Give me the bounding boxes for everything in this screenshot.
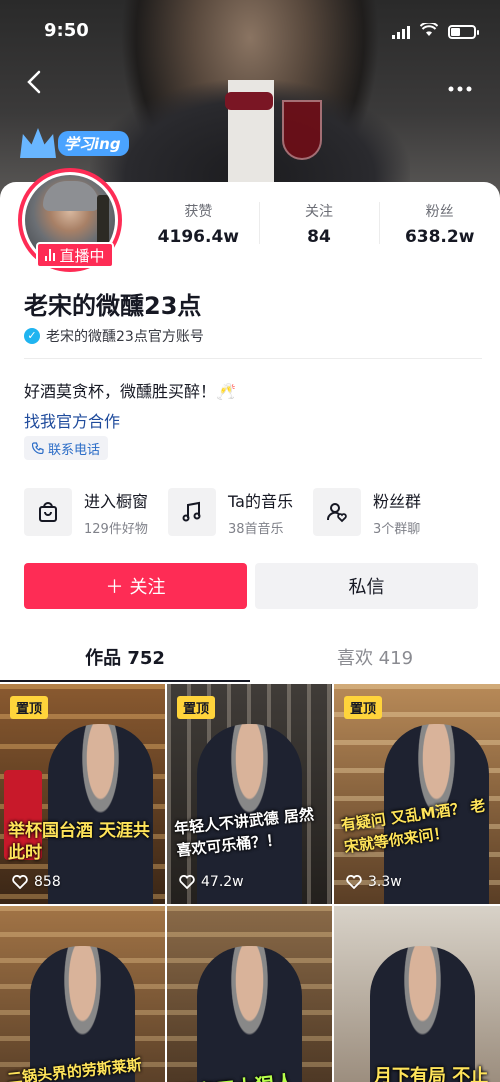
stat-value: 84: [307, 227, 331, 247]
status-icons: [392, 21, 479, 41]
more-dots-icon: [448, 86, 472, 92]
feature-title: 粉丝群: [372, 491, 421, 511]
cooperation-link[interactable]: 找我官方合作: [24, 408, 120, 432]
profile-name: 老宋的微醺23点: [24, 292, 202, 320]
stat-followers[interactable]: 粉丝 638.2w: [379, 196, 500, 252]
stat-following[interactable]: 关注 84: [258, 196, 380, 252]
feature-music[interactable]: Ta的音乐 38首音乐: [168, 484, 293, 540]
video-tile[interactable]: 酒桌四大狠人: [167, 906, 332, 1082]
live-bars-icon: [45, 249, 56, 261]
study-badge: 学习ing: [20, 128, 129, 158]
chevron-left-icon: [27, 70, 41, 94]
avatar-hair: [43, 181, 99, 211]
stat-value: 4196.4w: [157, 227, 239, 247]
like-count: 47.2w: [179, 874, 244, 890]
pinned-badge: 置顶: [344, 696, 383, 719]
pinned-badge: 置顶: [177, 696, 216, 719]
divider: [24, 358, 482, 359]
verified-check-icon: ✓: [24, 328, 40, 344]
live-label: 直播中: [59, 246, 105, 265]
status-time: 9:50: [44, 20, 89, 41]
contact-phone-label: 联系电话: [48, 442, 101, 458]
like-count-value: 858: [34, 874, 61, 890]
feature-sub: 38首音乐: [228, 521, 284, 537]
fan-group-icon: [312, 488, 361, 536]
shopping-bag-icon: [24, 488, 72, 536]
contact-phone-button[interactable]: 联系电话: [24, 436, 109, 460]
battery-icon: [448, 24, 479, 39]
pinned-badge: 置顶: [10, 696, 49, 719]
video-tile[interactable]: 置顶 年轻人不讲武德 居然喜欢可乐桶？！ 47.2w: [167, 684, 332, 904]
verified-row: ✓ 老宋的微醺23点官方账号: [24, 326, 204, 346]
wifi-icon: [419, 21, 439, 41]
like-count: 858: [12, 874, 61, 890]
heart-icon: [12, 875, 28, 889]
video-caption: 月下有局 不止一味: [374, 1066, 489, 1082]
tab-works[interactable]: 作品 752: [0, 632, 250, 682]
status-bar: 9:50: [0, 0, 500, 62]
tab-likes[interactable]: 喜欢 419: [250, 632, 500, 682]
video-person: [370, 946, 475, 1082]
avatar-bottle: [97, 195, 109, 245]
stat-value: 638.2w: [404, 227, 475, 247]
stat-label: 关注: [305, 204, 333, 220]
live-badge[interactable]: 直播中: [36, 242, 114, 268]
video-tile[interactable]: 置顶 举杯国台酒 天涯共此时 858: [0, 684, 165, 904]
video-tile[interactable]: 二锅头界的劳斯莱斯 你喝过吗: [0, 906, 165, 1082]
follow-button[interactable]: ＋ 关注: [24, 563, 247, 609]
follow-label: 关注: [129, 577, 166, 598]
video-person: [197, 946, 302, 1082]
content-tabs: 作品 752 喜欢 419: [0, 632, 500, 682]
feature-title: Ta的音乐: [228, 491, 293, 511]
plus-icon: ＋: [105, 577, 124, 598]
message-label: 私信: [348, 577, 385, 598]
cover-wine-glass: [282, 100, 322, 160]
profile-bio: 好酒莫贪杯，微醺胜买醉！🥂: [24, 382, 236, 401]
crown-icon: [20, 128, 56, 158]
heart-icon: [346, 875, 362, 889]
verified-text: 老宋的微醺23点官方账号: [46, 329, 204, 345]
stat-label: 粉丝: [425, 204, 454, 220]
feature-title: 进入橱窗: [84, 491, 149, 511]
message-button[interactable]: 私信: [255, 563, 478, 609]
feature-sub: 129件好物: [84, 521, 148, 537]
music-note-icon: [168, 488, 217, 536]
video-tile[interactable]: 置顶 有疑问 又乱M酒？ 老宋就等你来问！ 3.3w: [334, 684, 500, 904]
feature-row: 进入橱窗 129件好物 Ta的音乐 38首音乐 粉丝群 3个群聊: [24, 484, 500, 540]
video-tile[interactable]: 月下有局 不止一味: [334, 906, 500, 1082]
study-badge-label: 学习ing: [58, 130, 129, 156]
cover-bowtie: [225, 92, 273, 110]
stats-row: 获赞 4196.4w 关注 84 粉丝 638.2w: [138, 196, 500, 252]
video-caption: 举杯国台酒 天涯共此时: [8, 821, 150, 863]
stat-likes[interactable]: 获赞 4196.4w: [138, 196, 259, 252]
like-count-value: 3.3w: [368, 874, 402, 890]
video-grid: 置顶 举杯国台酒 天涯共此时 858 置顶 年轻人不讲武德 居然喜欢可乐桶？！ …: [0, 684, 500, 1082]
stat-label: 获赞: [184, 204, 213, 220]
feature-showcase[interactable]: 进入橱窗 129件好物: [24, 484, 148, 540]
like-count: 3.3w: [346, 874, 402, 890]
feature-sub: 3个群聊: [372, 521, 421, 537]
signal-icon: [392, 25, 410, 39]
like-count-value: 47.2w: [201, 874, 244, 890]
video-person: [48, 724, 153, 904]
back-button[interactable]: [26, 70, 54, 98]
more-button[interactable]: [448, 70, 472, 98]
feature-fan-group[interactable]: 粉丝群 3个群聊: [312, 484, 421, 540]
heart-icon: [179, 875, 195, 889]
phone-icon: [32, 442, 44, 454]
